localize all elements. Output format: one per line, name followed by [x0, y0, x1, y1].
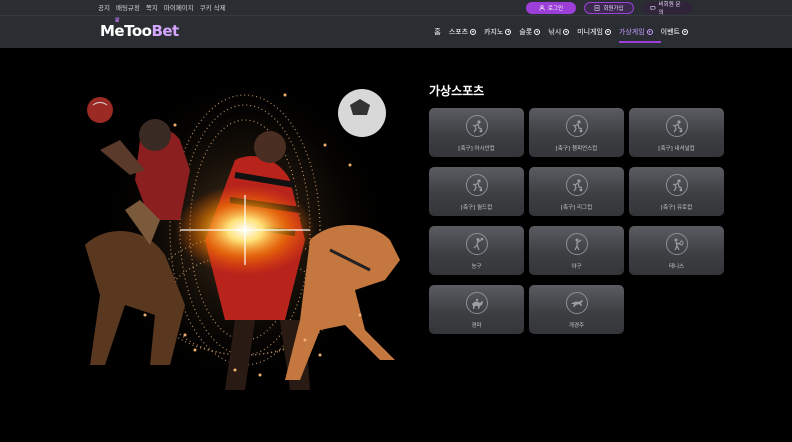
guest-inquiry-button[interactable]: 비회원 문의	[642, 2, 692, 16]
user-icon	[539, 5, 545, 11]
game-card-league-cup[interactable]: [축구] 리그컵	[529, 167, 624, 216]
soccer-icon	[665, 174, 688, 196]
join-label: 회원가입	[603, 6, 624, 12]
game-card-euro-cup[interactable]: [축구] 유로컵	[629, 167, 724, 216]
crown-icon: ♛	[114, 16, 120, 24]
soccer-icon	[565, 115, 588, 137]
nav-label: 가상게임	[618, 28, 645, 36]
nav-item-sports[interactable]: 스포츠 ▾	[448, 27, 477, 37]
nav-label: 낚시	[548, 28, 562, 36]
logo-text-primary: MeToo	[100, 22, 152, 40]
messages-link[interactable]: 쪽지	[146, 2, 158, 12]
register-icon	[594, 5, 600, 11]
soccer-icon	[565, 174, 588, 196]
game-card-world-cup[interactable]: [축구] 월드컵	[429, 167, 524, 216]
login-button[interactable]: 로그인	[526, 2, 576, 14]
game-card-horse-racing[interactable]: 경마	[429, 285, 524, 334]
join-button[interactable]: 회원가입	[584, 2, 634, 14]
nav-item-casino[interactable]: 카지노 ▾	[484, 27, 512, 37]
game-card-basketball[interactable]: 농구	[429, 226, 524, 275]
virtual-sports-grid: [축구] 아시안컵 [축구] 챔피언스컵 [축구] 내셔널컵 [축구] 월드컵 …	[429, 108, 724, 334]
nav-item-minigame[interactable]: 미니게임 ▾	[577, 27, 611, 37]
nav-label: 홈	[434, 28, 441, 36]
chevron-down-icon: ▾	[682, 29, 688, 35]
main-nav-bar: ♛ MeTooBet 홈 스포츠 ▾ 카지노 ▾ 슬롯 ▾ 낚시 ▾ 미니게임 ▾ 가상게…	[0, 15, 792, 48]
game-card-asian-cup[interactable]: [축구] 아시안컵	[429, 108, 524, 157]
horse-racing-icon	[465, 292, 488, 314]
card-label: [축구] 리그컵	[560, 205, 593, 211]
card-label: 농구	[471, 264, 482, 270]
sports-hero-illustration	[85, 70, 400, 390]
game-card-greyhound-racing[interactable]: 개경주	[529, 285, 624, 334]
baseball-icon	[565, 233, 588, 255]
game-card-national-cup[interactable]: [축구] 내셔널컵	[629, 108, 724, 157]
chat-icon	[650, 6, 656, 11]
top-links: 공지 배팅규정 쪽지 마이페이지 쿠키 삭제	[98, 2, 226, 12]
top-utility-bar: 공지 배팅규정 쪽지 마이페이지 쿠키 삭제 로그인 회원가입 비회원 문의	[0, 0, 792, 16]
card-label: 개경주	[568, 323, 585, 329]
chevron-down-icon: ▾	[646, 29, 653, 35]
soccer-icon	[665, 115, 688, 137]
chevron-down-icon: ▾	[604, 29, 611, 35]
chevron-down-icon: ▾	[563, 29, 570, 35]
chevron-down-icon: ▾	[470, 29, 477, 35]
game-card-champions-cup[interactable]: [축구] 챔피언스컵	[529, 108, 624, 157]
card-label: [축구] 월드컵	[460, 205, 493, 211]
auth-buttons: 로그인 회원가입 비회원 문의	[526, 2, 692, 16]
card-label: [축구] 챔피언스컵	[555, 146, 598, 152]
nav-item-virtual-game[interactable]: 가상게임 ▾	[619, 27, 653, 37]
nav-item-event[interactable]: 이벤트 ▾	[661, 27, 688, 37]
card-label: [축구] 내셔널컵	[658, 146, 695, 152]
nav-label: 스포츠	[448, 28, 469, 36]
chevron-down-icon: ▾	[505, 29, 512, 35]
game-card-baseball[interactable]: 야구	[529, 226, 624, 275]
nav-item-home[interactable]: 홈	[434, 27, 440, 37]
site-logo[interactable]: ♛ MeTooBet	[100, 16, 179, 40]
nav-label: 슬롯	[519, 28, 533, 36]
nav-item-fishing[interactable]: 낚시 ▾	[548, 27, 570, 37]
logo-text-accent: Bet	[151, 22, 179, 40]
greyhound-icon	[565, 292, 588, 314]
game-card-tennis[interactable]: 테니스	[629, 226, 724, 275]
card-label: [축구] 유로컵	[660, 205, 693, 211]
main-nav: 홈 스포츠 ▾ 카지노 ▾ 슬롯 ▾ 낚시 ▾ 미니게임 ▾ 가상게임 ▾ 이벤트 ▾	[434, 27, 688, 37]
card-label: 경마	[471, 323, 482, 329]
guest-inquiry-label: 비회원 문의	[658, 2, 681, 16]
nav-item-slot[interactable]: 슬롯 ▾	[519, 27, 541, 37]
card-label: 야구	[571, 264, 582, 270]
card-label: [축구] 아시안컵	[458, 146, 495, 152]
soccer-icon	[465, 174, 488, 196]
basketball-icon	[465, 233, 488, 255]
mypage-link[interactable]: 마이페이지	[164, 2, 194, 12]
soccer-icon	[465, 115, 488, 137]
notice-link[interactable]: 공지	[98, 2, 110, 12]
betting-rules-link[interactable]: 배팅규정	[116, 2, 140, 12]
tennis-icon	[665, 233, 688, 255]
login-label: 로그인	[547, 6, 564, 12]
nav-label: 카지노	[484, 28, 504, 36]
nav-label: 이벤트	[660, 28, 680, 36]
clear-cookies-link[interactable]: 쿠키 삭제	[200, 2, 226, 12]
chevron-down-icon: ▾	[534, 29, 541, 35]
active-nav-indicator	[619, 41, 661, 43]
nav-label: 미니게임	[577, 28, 603, 36]
card-label: 테니스	[668, 264, 685, 270]
section-title: 가상스포츠	[429, 84, 485, 98]
